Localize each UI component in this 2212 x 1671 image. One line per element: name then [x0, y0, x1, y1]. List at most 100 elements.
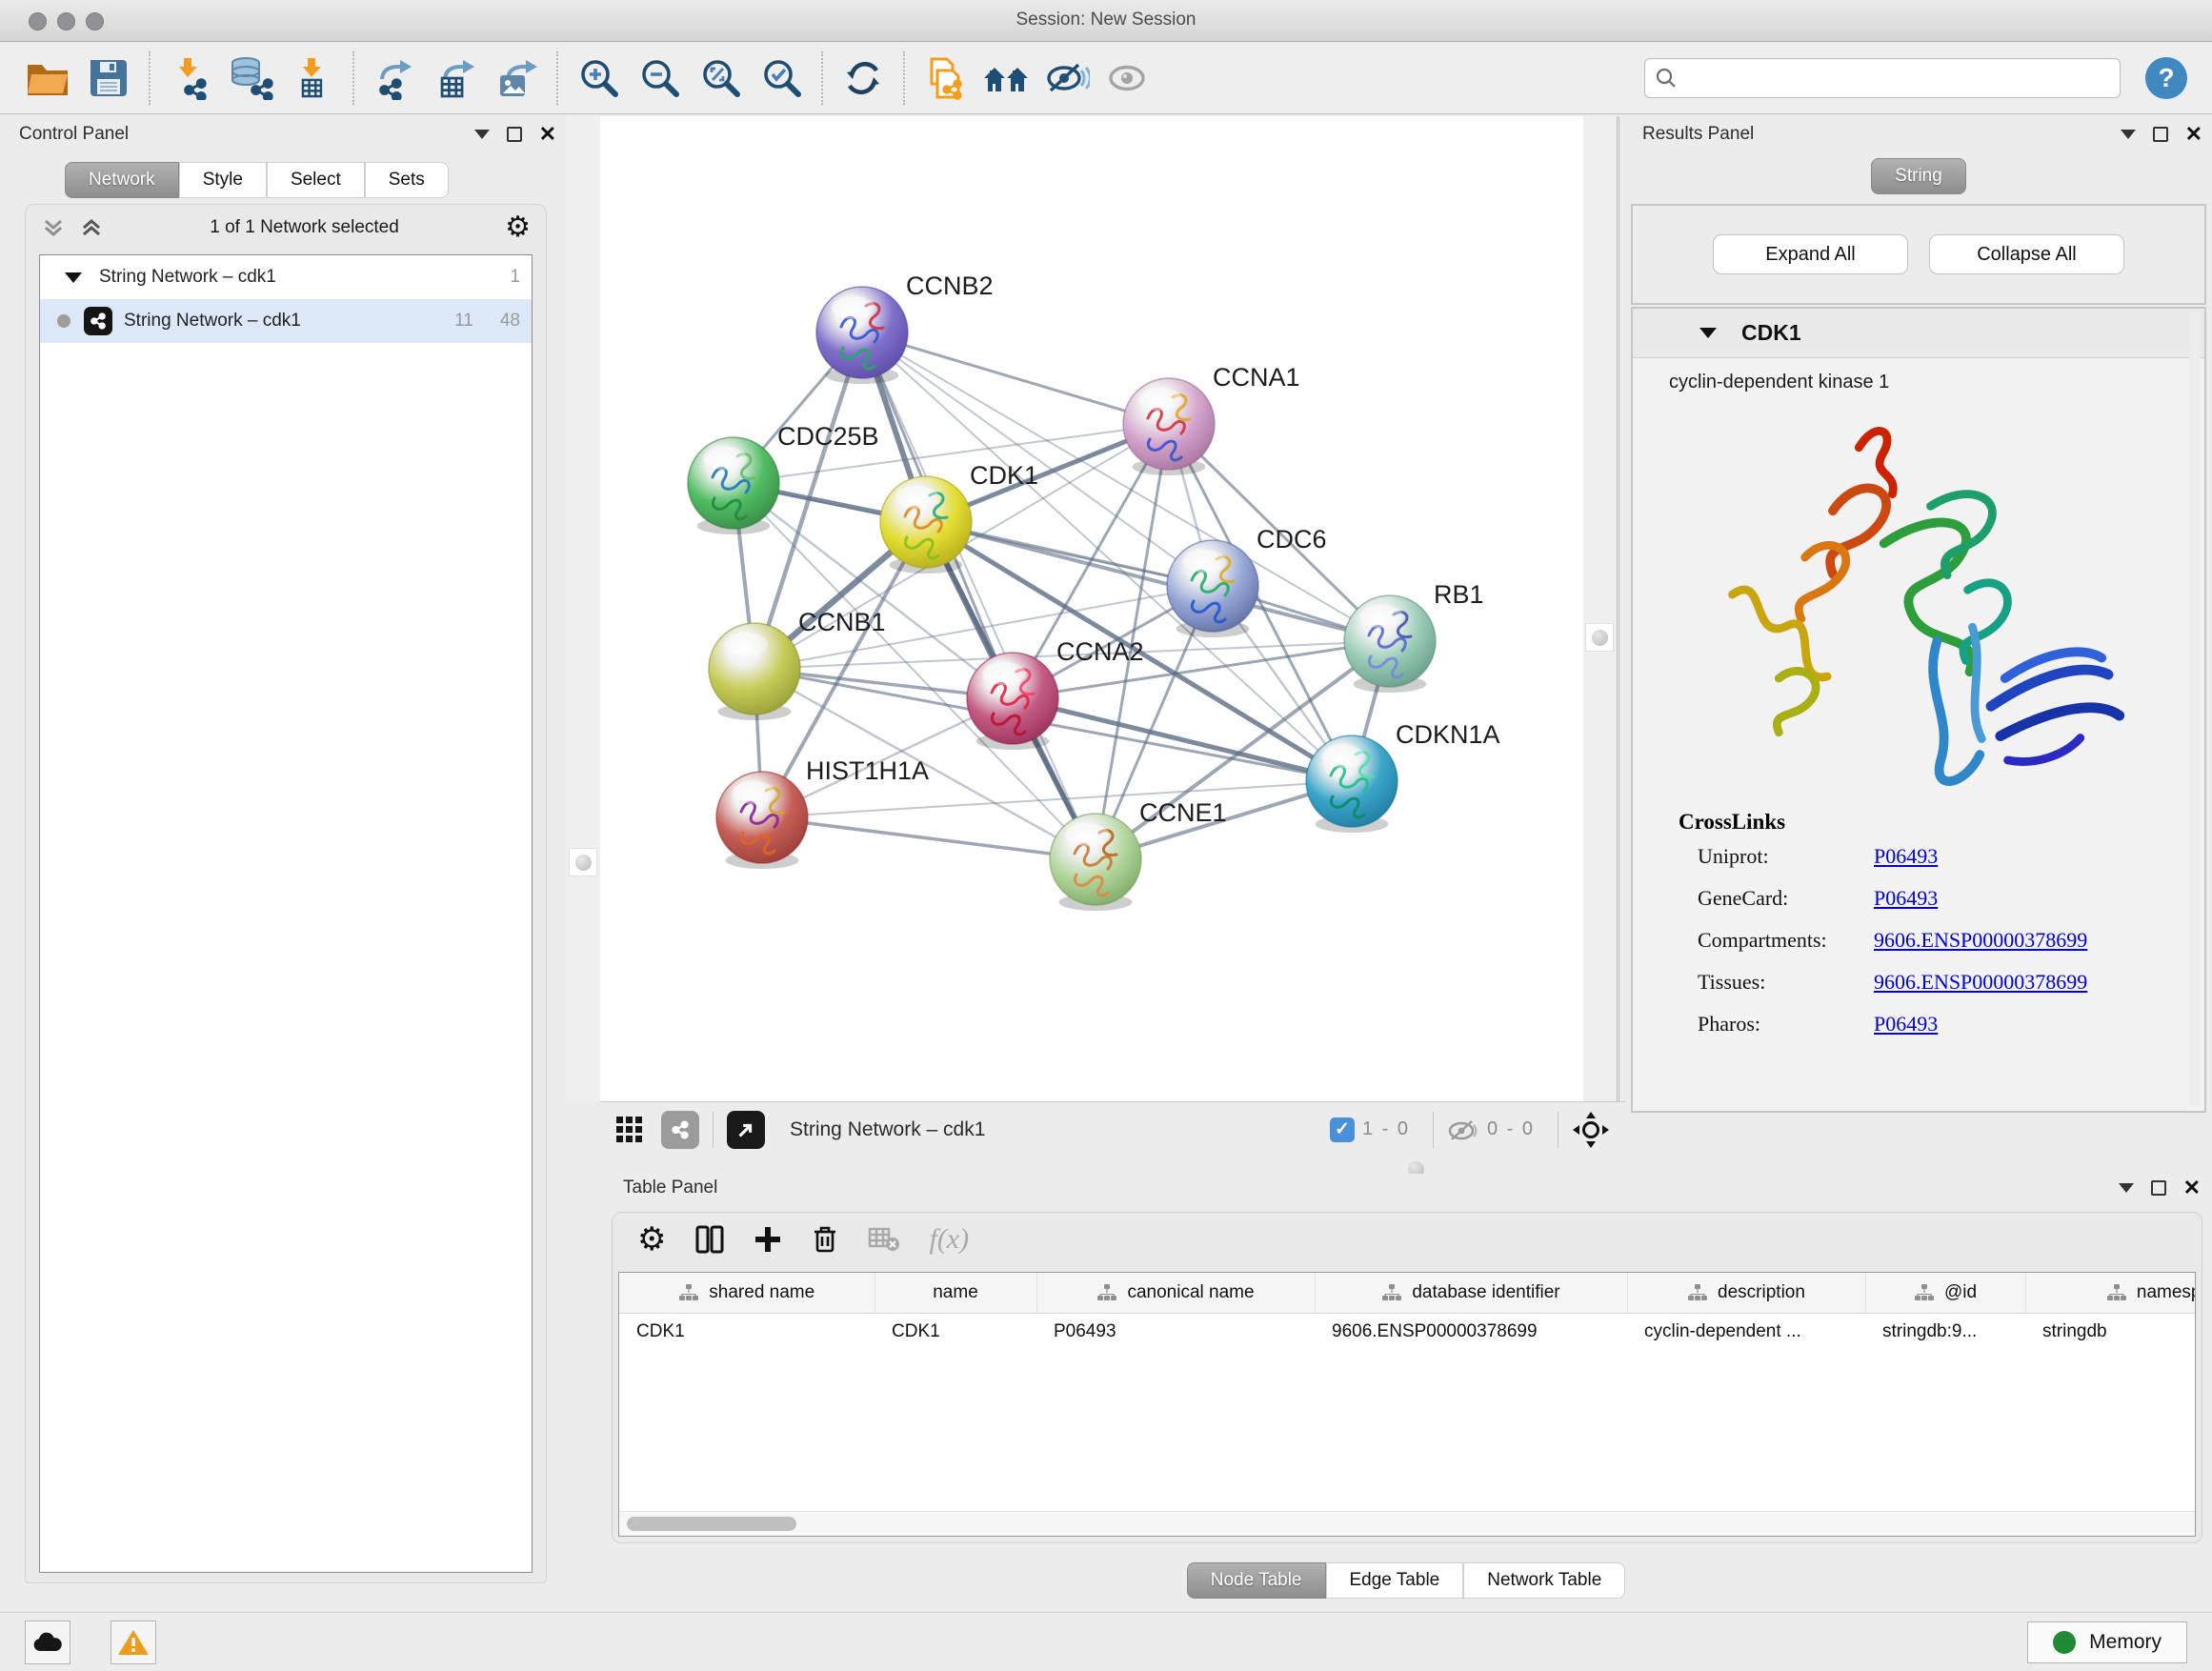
column-header-database-identifier[interactable]: database identifier: [1315, 1273, 1627, 1313]
table-cell[interactable]: cyclin-dependent ...: [1627, 1313, 1865, 1351]
table-cell[interactable]: P06493: [1036, 1313, 1315, 1351]
network-options-gear-icon[interactable]: ⚙: [505, 213, 531, 242]
cloud-status-button[interactable]: [25, 1621, 70, 1664]
export-image-button[interactable]: [491, 52, 542, 104]
gene-expander-icon[interactable]: [1699, 328, 1717, 338]
crosslink-link[interactable]: 9606.ENSP00000378699: [1874, 928, 2087, 952]
float-panel-icon[interactable]: [2151, 1180, 2166, 1196]
show-all-button[interactable]: [1102, 52, 1154, 104]
open-session-button[interactable]: [22, 52, 73, 104]
results-scrollbar[interactable]: [2189, 312, 2201, 1107]
table-cell[interactable]: CDK1: [619, 1313, 875, 1351]
collapse-all-icon[interactable]: [41, 215, 66, 240]
tab-sets[interactable]: Sets: [365, 162, 449, 198]
network-edge-HIST1H1A-CCNE1[interactable]: [762, 817, 1096, 859]
memory-button[interactable]: Memory: [2027, 1621, 2187, 1663]
delete-column-icon[interactable]: [811, 1224, 839, 1255]
warning-status-button[interactable]: [111, 1621, 156, 1664]
zoom-in-button[interactable]: [573, 52, 624, 104]
selected-checkbox-icon[interactable]: ✓: [1330, 1117, 1355, 1142]
import-table-file-button[interactable]: [287, 52, 338, 104]
crosslink-link[interactable]: 9606.ENSP00000378699: [1874, 970, 2087, 994]
column-header-description[interactable]: description: [1627, 1273, 1865, 1313]
panel-menu-icon[interactable]: [2121, 130, 2136, 139]
network-canvas[interactable]: CCNB2 CCNA1 CDC25B CDK1 CDC6: [600, 116, 1583, 1101]
right-splitter-handle[interactable]: [1585, 623, 1614, 652]
zoom-selected-button[interactable]: [755, 52, 807, 104]
expand-all-icon[interactable]: [79, 215, 104, 240]
control-panel-tabs: NetworkStyleSelectSets: [65, 162, 449, 198]
table-panel-title: Table Panel: [623, 1178, 717, 1198]
column-header--id[interactable]: @id: [1865, 1273, 2025, 1313]
zoom-fit-button[interactable]: [694, 52, 746, 104]
table-cell[interactable]: stringdb:9...: [1865, 1313, 2025, 1351]
network-node-CDC25B[interactable]: CDC25B: [688, 422, 879, 534]
network-node-CDKN1A[interactable]: CDKN1A: [1306, 720, 1500, 833]
tab-select[interactable]: Select: [267, 162, 365, 198]
export-network-button[interactable]: [369, 52, 420, 104]
column-header-shared-name[interactable]: shared name: [619, 1273, 875, 1313]
add-column-icon[interactable]: [754, 1225, 782, 1254]
network-node-HIST1H1A[interactable]: HIST1H1A: [716, 756, 929, 869]
first-neighbors-button[interactable]: [980, 52, 1032, 104]
network-edge-CCNB2-CCNA1[interactable]: [862, 332, 1169, 424]
duplicate-network-button[interactable]: [919, 52, 971, 104]
table-hscrollbar[interactable]: [619, 1511, 2195, 1536]
column-header-canonical-name[interactable]: canonical name: [1036, 1273, 1315, 1313]
crosslink-link[interactable]: P06493: [1874, 844, 1938, 868]
column-header-name[interactable]: name: [875, 1273, 1036, 1313]
network-row[interactable]: String Network – cdk1 11 48: [40, 299, 532, 343]
float-panel-icon[interactable]: [2153, 127, 2168, 142]
save-session-button[interactable]: [83, 52, 134, 104]
table-cell[interactable]: CDK1: [875, 1313, 1036, 1351]
close-panel-icon[interactable]: ✕: [2183, 1180, 2201, 1196]
right-splitter[interactable]: [1583, 116, 1619, 1101]
search-input[interactable]: [1685, 68, 2110, 90]
tab-string[interactable]: String: [1871, 158, 1966, 194]
expand-all-button[interactable]: Expand All: [1713, 234, 1908, 274]
network-node-CDK1[interactable]: CDK1: [880, 461, 1038, 574]
crosslink-link[interactable]: P06493: [1874, 1012, 1938, 1036]
close-panel-icon[interactable]: ✕: [539, 127, 556, 142]
table-hscrollbar-thumb[interactable]: [627, 1517, 796, 1531]
birdseye-view-icon[interactable]: [661, 1111, 699, 1149]
gene-description: cyclin-dependent kinase 1: [1633, 358, 2204, 393]
detach-view-icon[interactable]: [727, 1111, 765, 1149]
left-splitter[interactable]: [566, 116, 600, 1101]
network-node-CCNB2[interactable]: CCNB2: [816, 272, 994, 384]
network-node-CCNA1[interactable]: CCNA1: [1123, 363, 1300, 475]
grid-view-icon[interactable]: [615, 1116, 644, 1144]
center-view-crosshair-icon[interactable]: [1572, 1111, 1610, 1149]
network-node-RB1[interactable]: RB1: [1344, 580, 1484, 693]
zoom-out-button[interactable]: [633, 52, 685, 104]
table-row[interactable]: CDK1CDK1P064939606.ENSP00000378699cyclin…: [619, 1313, 2196, 1351]
gene-entry-header[interactable]: CDK1: [1633, 309, 2204, 358]
refresh-layout-button[interactable]: [837, 52, 889, 104]
search-box[interactable]: [1644, 58, 2121, 98]
crosslink-link[interactable]: P06493: [1874, 886, 1938, 910]
table-cell[interactable]: 9606.ENSP00000378699: [1315, 1313, 1627, 1351]
table-options-gear-icon[interactable]: ⚙: [637, 1223, 666, 1256]
tab-edge-table[interactable]: Edge Table: [1326, 1562, 1464, 1599]
table-cell[interactable]: stringdb: [2025, 1313, 2196, 1351]
collection-expander-icon[interactable]: [65, 272, 82, 283]
import-network-file-button[interactable]: [165, 52, 216, 104]
column-header-namespace[interactable]: namespace: [2025, 1273, 2196, 1313]
panel-menu-icon[interactable]: [2119, 1183, 2134, 1193]
close-panel-icon[interactable]: ✕: [2185, 127, 2202, 142]
collapse-all-button[interactable]: Collapse All: [1929, 234, 2124, 274]
float-panel-icon[interactable]: [507, 127, 522, 142]
network-collection-row[interactable]: String Network – cdk1 1: [40, 255, 532, 299]
network-view-toolbar: String Network – cdk1 ✓ 1 - 0 0 - 0: [600, 1101, 1625, 1157]
panel-menu-icon[interactable]: [474, 130, 490, 139]
help-button[interactable]: ?: [2145, 57, 2187, 99]
left-splitter-handle[interactable]: [569, 848, 597, 876]
hide-selected-button[interactable]: [1041, 52, 1093, 104]
tab-network[interactable]: Network: [65, 162, 179, 198]
tab-style[interactable]: Style: [179, 162, 267, 198]
export-table-button[interactable]: [430, 52, 481, 104]
tab-node-table[interactable]: Node Table: [1187, 1562, 1326, 1599]
show-columns-icon[interactable]: [694, 1224, 725, 1255]
tab-network-table[interactable]: Network Table: [1463, 1562, 1625, 1599]
import-network-database-button[interactable]: [226, 52, 277, 104]
